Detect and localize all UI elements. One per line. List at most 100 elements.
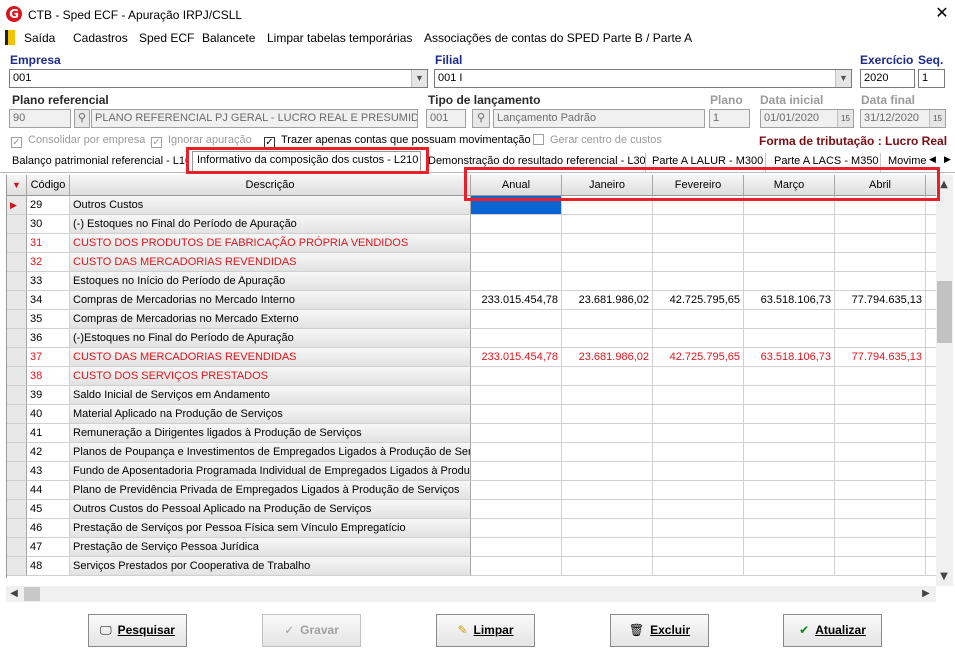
cell-month-value[interactable] (744, 272, 835, 291)
cell-month-value[interactable] (835, 557, 926, 576)
table-row[interactable]: 31 CUSTO DOS PRODUTOS DE FABRICAÇÃO PRÓPR… (7, 234, 936, 253)
cell-month-value[interactable] (653, 557, 744, 576)
cell-month-value[interactable] (471, 424, 562, 443)
cell-month-value[interactable]: 42.725.795,65 (653, 348, 744, 367)
filial-select[interactable]: 001 I ▼ (434, 69, 852, 88)
cell-month-value[interactable] (835, 329, 926, 348)
cell-month-value[interactable] (471, 519, 562, 538)
empresa-select[interactable]: 001 ▼ (9, 69, 428, 88)
cell-codigo[interactable]: 35 (27, 310, 70, 329)
cell-codigo[interactable]: 31 (27, 234, 70, 253)
data-inicial-input[interactable]: 01/01/2020 15 (760, 109, 854, 128)
cell-month-value[interactable]: 23.681.986,02 (562, 348, 653, 367)
table-row[interactable]: 47 Prestação de Serviço Pessoa Jurídica (7, 538, 936, 557)
tab-lacs-m350[interactable]: Parte A LACS - M350 (770, 153, 881, 172)
table-row[interactable]: 37 CUSTO DAS MERCADORIAS REVENDIDAS 233.01… (7, 348, 936, 367)
cell-month-value[interactable] (835, 310, 926, 329)
cell-codigo[interactable]: 43 (27, 462, 70, 481)
ignorar-checkbox[interactable]: ✓ Ignorar apuração (151, 134, 252, 148)
cell-descricao[interactable]: CUSTO DAS MERCADORIAS REVENDIDAS (70, 348, 471, 367)
table-row[interactable]: 35 Compras de Mercadorias no Mercado Exte… (7, 310, 936, 329)
table-row[interactable]: 32 CUSTO DAS MERCADORIAS REVENDIDAS (7, 253, 936, 272)
cell-descricao[interactable]: CUSTO DAS MERCADORIAS REVENDIDAS (70, 253, 471, 272)
cell-descricao[interactable]: Remuneração a Dirigentes ligados à Produ… (70, 424, 471, 443)
cell-month-value[interactable] (471, 329, 562, 348)
seq-input[interactable]: 1 (918, 69, 945, 88)
tab-demonstracao-l300[interactable]: Demonstração do resultado referencial - … (424, 153, 646, 172)
cell-codigo[interactable]: 44 (27, 481, 70, 500)
gerar-centro-checkbox[interactable]: Gerar centro de custos (533, 134, 662, 146)
cell-month-value[interactable] (471, 215, 562, 234)
cell-month-value[interactable] (744, 196, 835, 215)
plano-input[interactable]: 1 (709, 109, 750, 128)
scroll-left-icon[interactable]: ◀ (6, 588, 22, 599)
calendar-icon[interactable]: 15 (837, 110, 853, 127)
cell-descricao[interactable]: Saldo Inicial de Serviços em Andamento (70, 386, 471, 405)
cell-month-value[interactable] (471, 443, 562, 462)
cell-month-value[interactable] (562, 538, 653, 557)
cell-codigo[interactable]: 42 (27, 443, 70, 462)
header-anual[interactable]: Anual (471, 175, 562, 196)
cell-month-value[interactable] (562, 557, 653, 576)
vertical-scrollbar[interactable]: ▲ ▼ (936, 175, 953, 586)
cell-month-value[interactable] (653, 538, 744, 557)
cell-month-value[interactable] (835, 424, 926, 443)
tipo-lancamento-code[interactable]: 001 (426, 109, 466, 128)
cell-codigo[interactable]: 29 (27, 196, 70, 215)
cell-month-value[interactable] (835, 519, 926, 538)
cell-descricao[interactable]: Estoques no Início do Período de Apuraçã… (70, 272, 471, 291)
row-indicator[interactable] (7, 215, 27, 234)
row-indicator[interactable] (7, 481, 27, 500)
cell-month-value[interactable] (653, 481, 744, 500)
excluir-button[interactable]: 🗑 Excluir (610, 614, 709, 647)
menu-cadastros[interactable]: Cadastros (73, 31, 128, 45)
cell-descricao[interactable]: Plano de Previdência Privada de Empregad… (70, 481, 471, 500)
cell-month-value[interactable] (471, 538, 562, 557)
chevron-down-icon[interactable]: ▼ (835, 70, 851, 87)
trazer-checkbox[interactable]: ✓ Trazer apenas contas que possuam movime… (264, 134, 531, 148)
header-abril[interactable]: Abril (835, 175, 926, 196)
cell-month-value[interactable] (471, 367, 562, 386)
menu-associacoes[interactable]: Associações de contas do SPED Parte B / … (424, 31, 692, 45)
limpar-button[interactable]: ✎ Limpar (436, 614, 535, 647)
cell-month-value[interactable] (653, 253, 744, 272)
tab-movime[interactable]: Movime (884, 153, 930, 172)
cell-month-value[interactable] (562, 367, 653, 386)
cell-month-value[interactable]: 77.794.635,13 (835, 348, 926, 367)
cell-month-value[interactable]: 63.518.106,73 (744, 291, 835, 310)
cell-month-value[interactable]: 63.518.106,73 (744, 348, 835, 367)
cell-month-value[interactable] (744, 329, 835, 348)
cell-month-value[interactable] (562, 519, 653, 538)
header-marco[interactable]: Março (744, 175, 835, 196)
cell-month-value[interactable] (835, 481, 926, 500)
cell-month-value[interactable] (744, 538, 835, 557)
tab-informativo-l210[interactable]: Informativo da composição dos custos - L… (192, 151, 421, 173)
cell-codigo[interactable]: 34 (27, 291, 70, 310)
cell-descricao[interactable]: (-)Estoques no Final do Período de Apura… (70, 329, 471, 348)
cell-month-value[interactable] (562, 481, 653, 500)
row-indicator[interactable] (7, 386, 27, 405)
cell-month-value[interactable] (653, 424, 744, 443)
cell-month-value[interactable] (653, 272, 744, 291)
cell-codigo[interactable]: 33 (27, 272, 70, 291)
tab-scroll-right-icon[interactable]: ▶ (944, 154, 951, 165)
cell-month-value[interactable] (471, 386, 562, 405)
cell-month-value[interactable] (562, 462, 653, 481)
cell-month-value[interactable] (744, 310, 835, 329)
cell-codigo[interactable]: 48 (27, 557, 70, 576)
header-indicator-icon[interactable]: ▼ (7, 175, 27, 196)
cell-month-value[interactable] (471, 557, 562, 576)
cell-month-value[interactable] (471, 481, 562, 500)
cell-month-value[interactable] (562, 234, 653, 253)
table-row[interactable]: 36 (-)Estoques no Final do Período de Apu… (7, 329, 936, 348)
row-indicator[interactable] (7, 500, 27, 519)
cell-month-value[interactable] (471, 253, 562, 272)
cell-codigo[interactable]: 46 (27, 519, 70, 538)
cell-month-value[interactable] (835, 215, 926, 234)
cell-month-value[interactable] (744, 462, 835, 481)
row-indicator[interactable] (7, 424, 27, 443)
table-row[interactable]: 38 CUSTO DOS SERVIÇOS PRESTADOS (7, 367, 936, 386)
cell-descricao[interactable]: Prestação de Serviços por Pessoa Física … (70, 519, 471, 538)
cell-month-value[interactable] (653, 329, 744, 348)
cell-month-value[interactable] (653, 500, 744, 519)
